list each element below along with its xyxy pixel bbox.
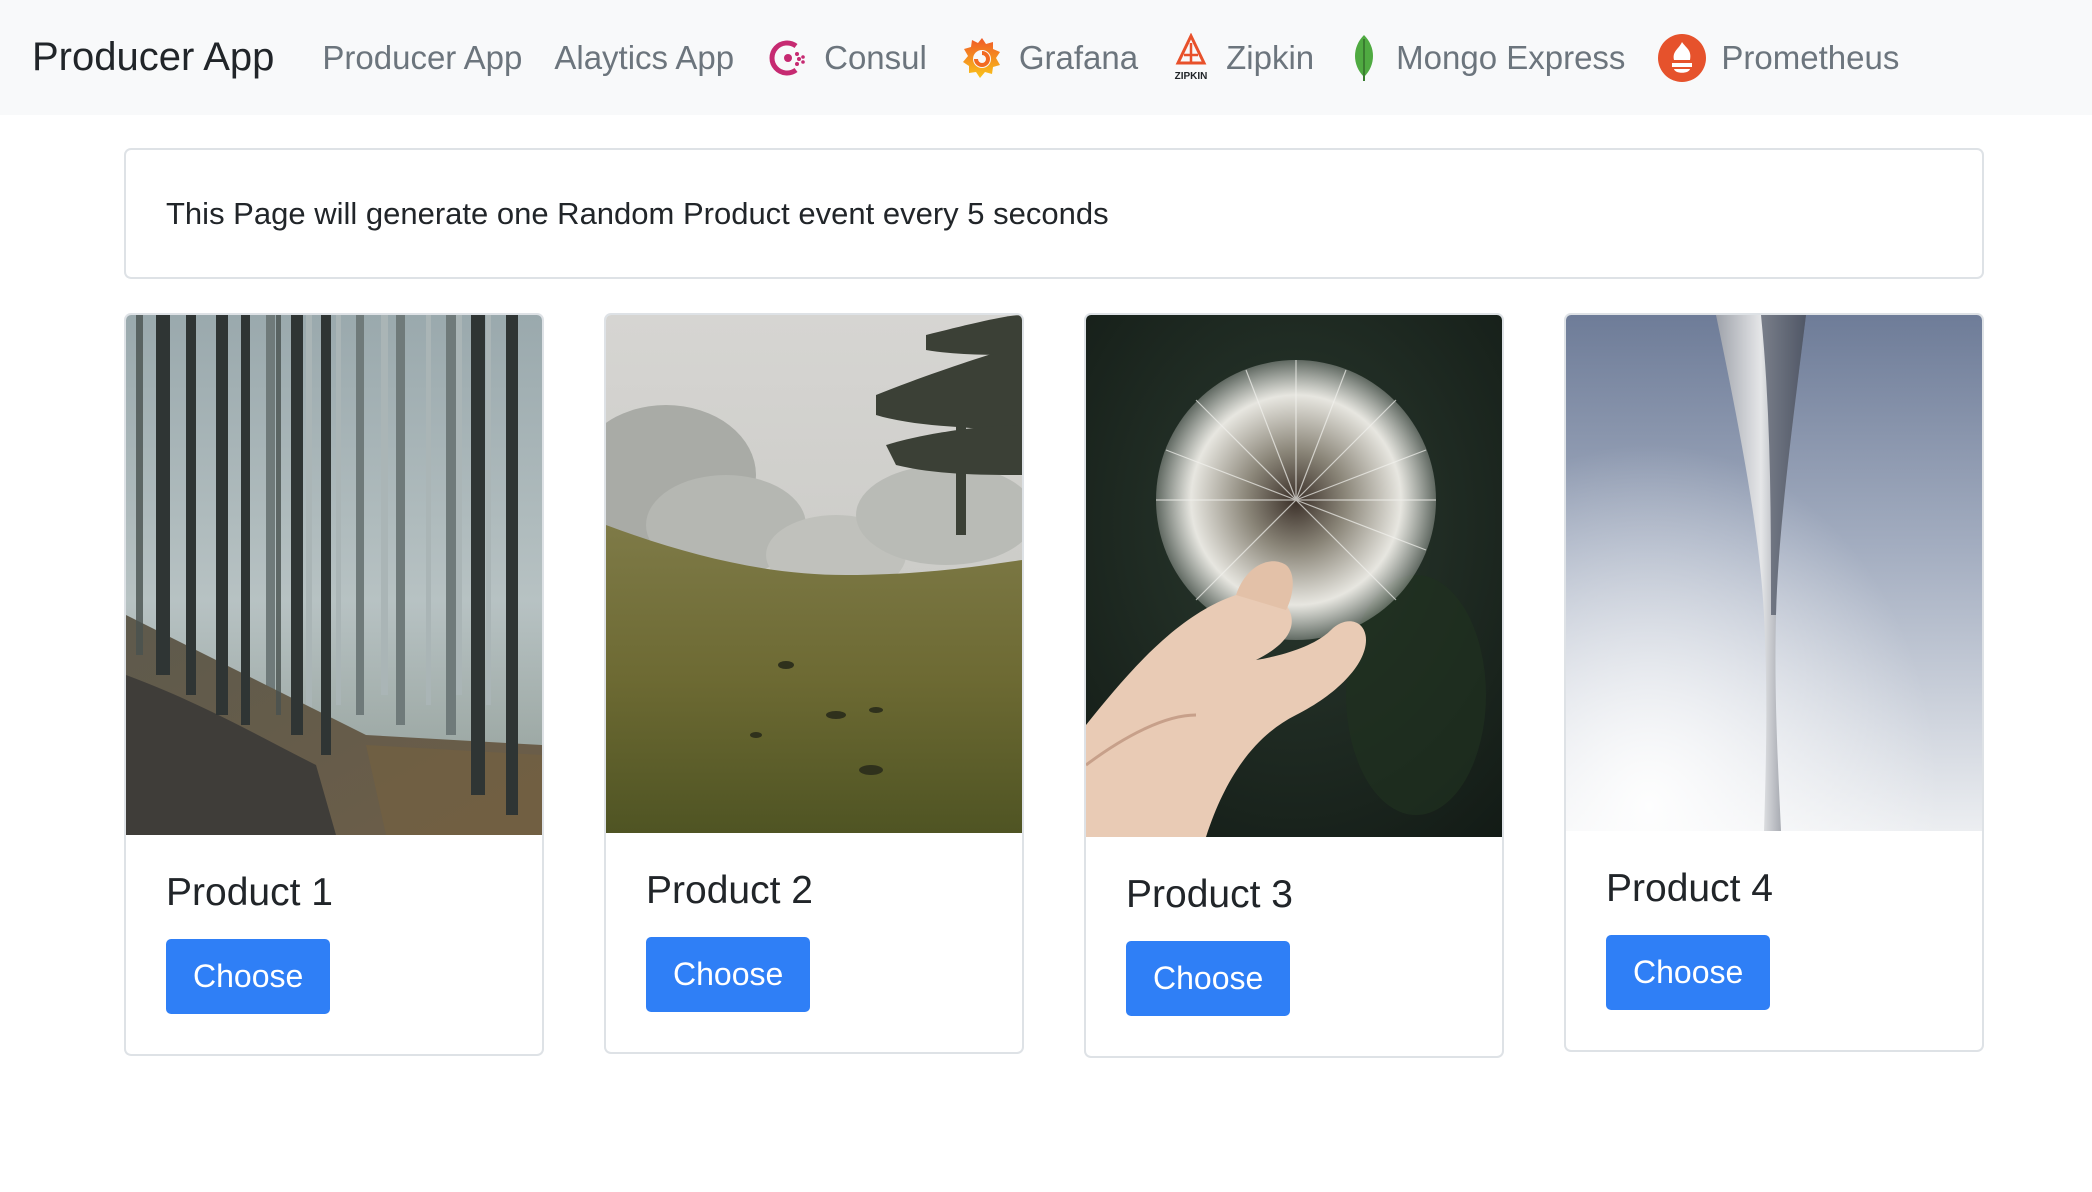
product-image-misty-meadow [606,315,1022,833]
nav-link-label: Zipkin [1226,38,1315,76]
nav-link-label: Grafana [1018,38,1139,76]
nav-link-analytics-app[interactable]: Alaytics App [554,39,734,77]
choose-button[interactable]: Choose [1606,935,1771,1010]
product-title: Product 3 [1126,873,1293,916]
nav-link-grafana[interactable]: Grafana [959,34,1138,82]
product-card: Product 2 Choose [604,313,1024,1054]
mongo-leaf-icon [1346,33,1382,83]
product-title: Product 2 [646,869,813,912]
product-card: Product 3 Choose [1084,313,1504,1058]
choose-button[interactable]: Choose [1126,941,1291,1016]
zipkin-icon-text: ZIPKIN [1175,71,1208,82]
nav-link-label: Prometheus [1721,38,1900,76]
choose-button[interactable]: Choose [166,939,331,1014]
info-banner: This Page will generate one Random Produ… [124,148,1984,279]
consul-icon [766,36,810,80]
product-card: Product 1 Choose [124,313,544,1056]
nav-link-consul[interactable]: Consul [766,36,927,80]
choose-button[interactable]: Choose [646,937,811,1012]
navbar-brand[interactable]: Producer App [32,35,274,80]
card-body: Product 1 Choose [126,835,542,1054]
nav-link-mongo-express[interactable]: Mongo Express [1346,33,1625,83]
product-image-foggy-forest [126,315,542,835]
product-image-dandelion [1086,315,1502,837]
grafana-icon [959,34,1005,82]
nav-link-prometheus[interactable]: Prometheus [1657,33,1899,83]
nav-link-label: Producer App [322,38,523,76]
product-card: Product 4 Choose [1564,313,1984,1052]
nav-link-producer-app[interactable]: Producer App [322,39,522,77]
nav-link-label: Alaytics App [554,38,735,76]
info-message: This Page will generate one Random Produ… [166,195,1109,231]
card-body: Product 3 Choose [1086,837,1502,1056]
prometheus-icon [1657,33,1707,83]
card-body: Product 4 Choose [1566,831,1982,1050]
card-body: Product 2 Choose [606,833,1022,1052]
product-title: Product 4 [1606,867,1773,910]
nav-link-label: Mongo Express [1396,38,1626,76]
zipkin-icon: ZIPKIN [1170,32,1212,83]
top-navbar: Producer App Producer App Alaytics App C… [0,0,2092,115]
product-image-tower-sky [1566,315,1982,831]
nav-link-zipkin[interactable]: ZIPKIN Zipkin [1170,32,1315,83]
nav-link-label: Consul [824,38,927,76]
product-title: Product 1 [166,871,333,914]
